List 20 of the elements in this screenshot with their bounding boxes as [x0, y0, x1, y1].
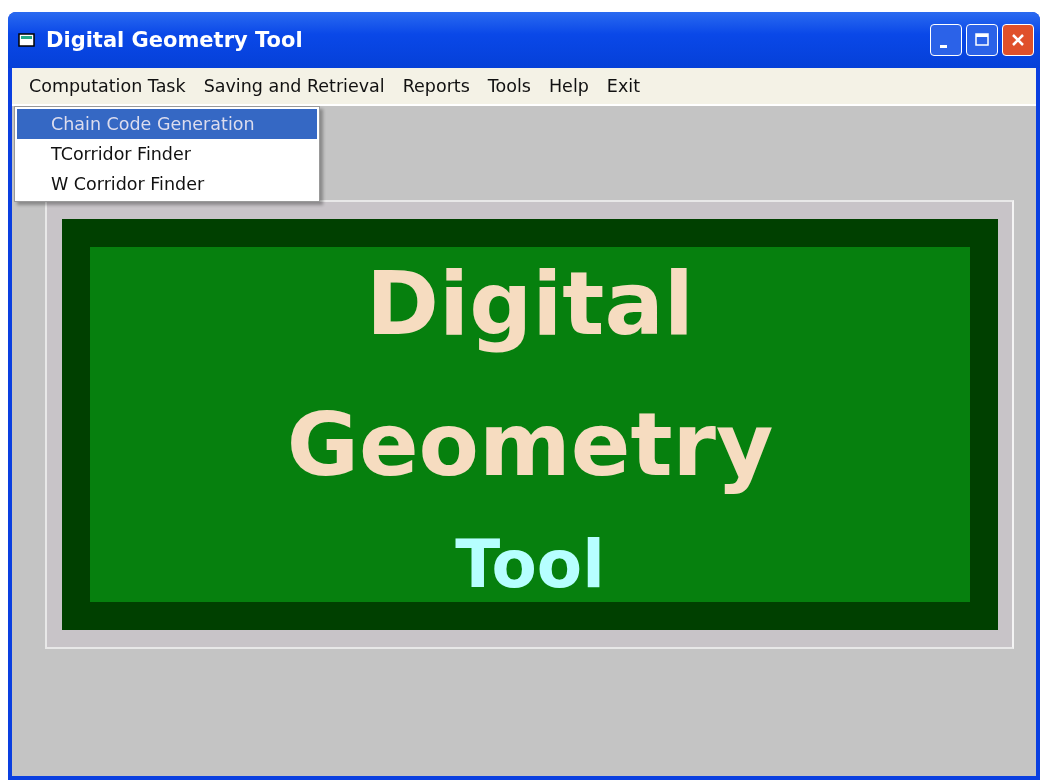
- dropdown-item[interactable]: W Corridor Finder: [17, 169, 317, 199]
- menu-item[interactable]: Exit: [597, 74, 649, 98]
- minimize-button[interactable]: [930, 24, 962, 56]
- banner-text: Digital: [366, 251, 694, 357]
- close-icon: [1010, 32, 1026, 48]
- menu-item[interactable]: Reports: [393, 74, 479, 98]
- maximize-button[interactable]: [966, 24, 998, 56]
- maximize-icon: [974, 32, 990, 48]
- banner-text: Tool: [455, 529, 605, 602]
- window-icon: [18, 32, 36, 48]
- menu-item[interactable]: Computation Task: [20, 74, 195, 98]
- banner-text: Geometry: [286, 392, 774, 499]
- dropdown-item[interactable]: Chain Code Generation: [17, 109, 317, 139]
- close-button[interactable]: [1002, 24, 1034, 56]
- menu-item[interactable]: Help: [539, 74, 598, 98]
- window-title: Digital Geometry Tool: [46, 28, 304, 52]
- dropdown-item[interactable]: TCorridor Finder: [17, 139, 317, 169]
- minimize-icon: [939, 44, 947, 48]
- menu-item[interactable]: Saving and Retrieval: [194, 74, 394, 98]
- menu-item[interactable]: Tools: [478, 74, 540, 98]
